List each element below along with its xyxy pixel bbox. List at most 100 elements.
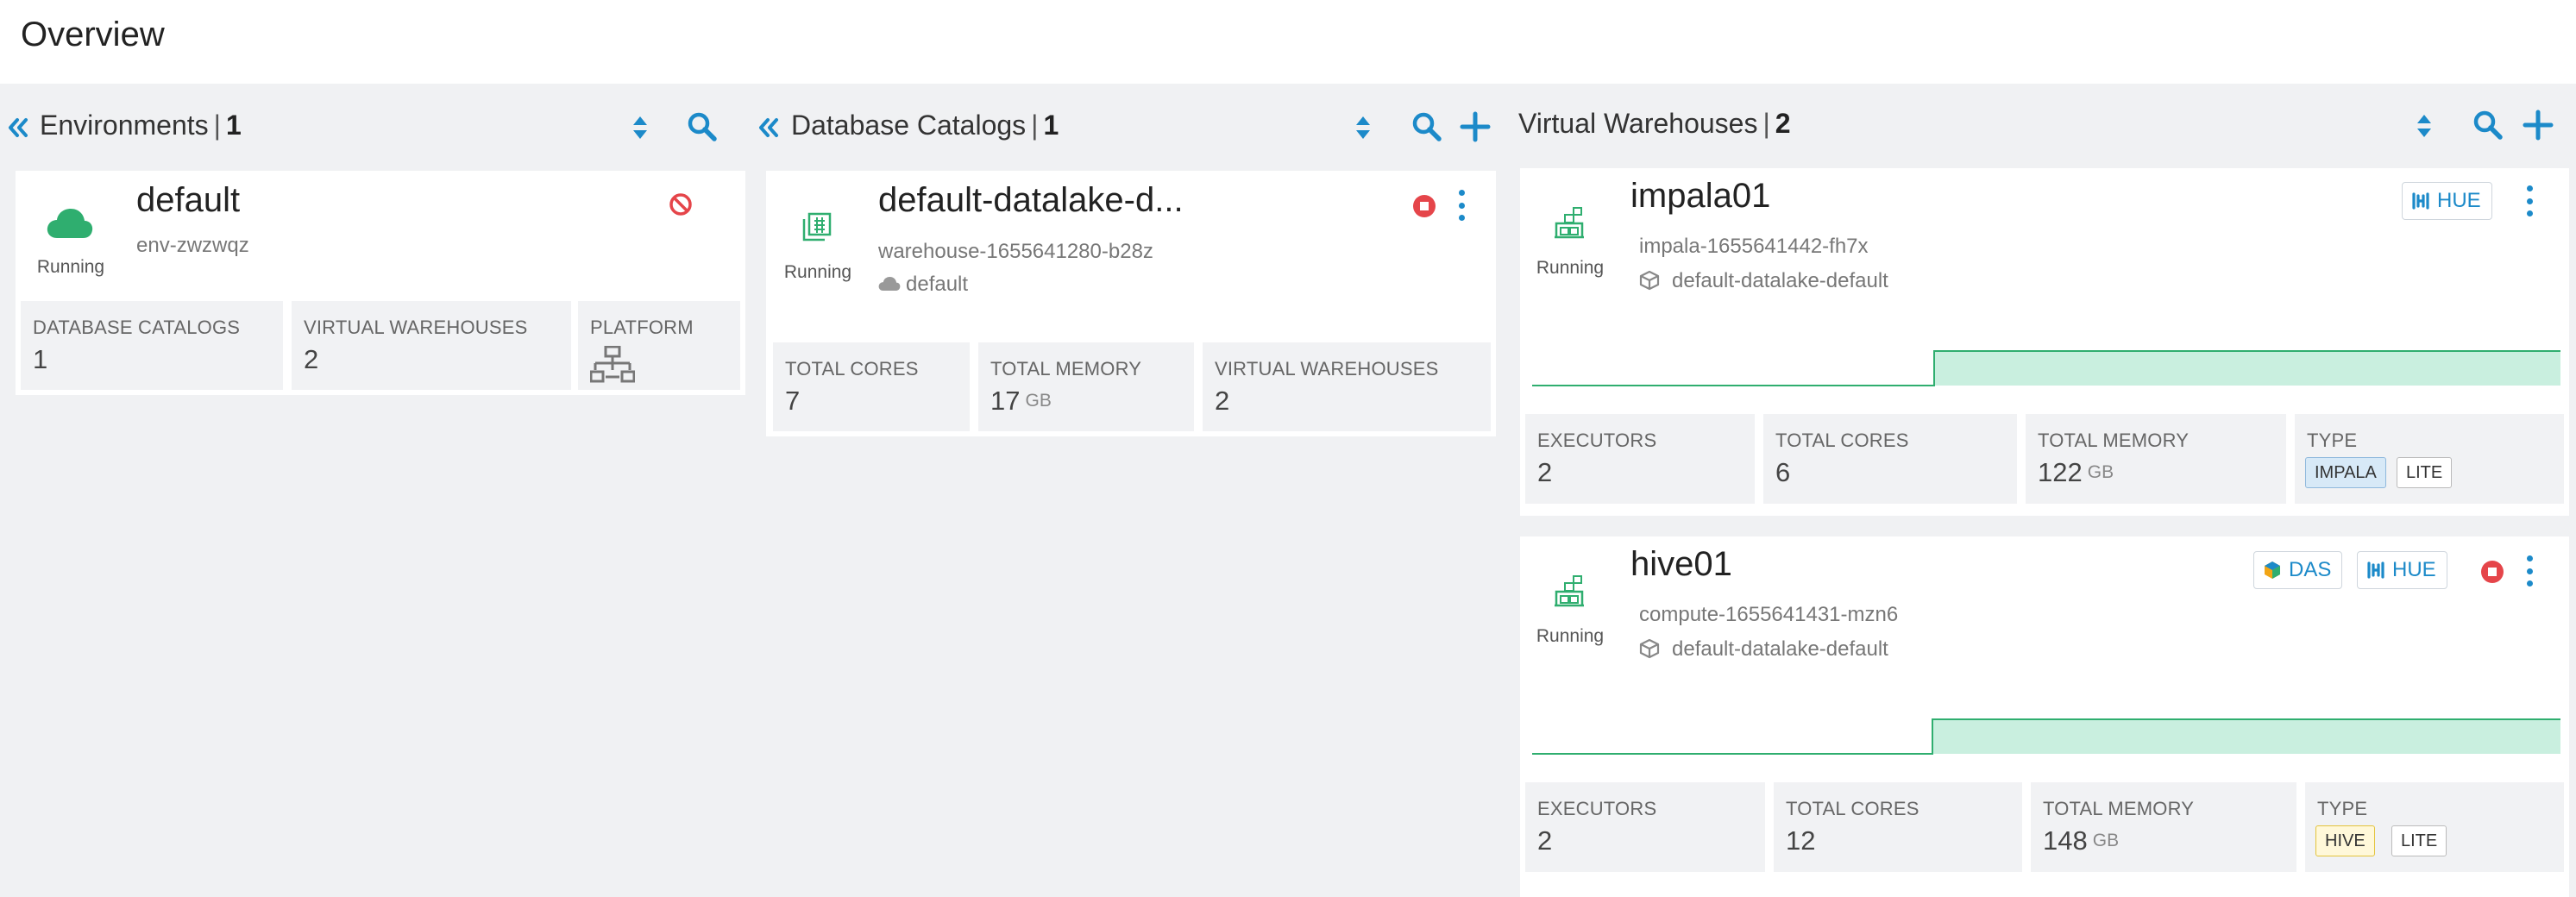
more-menu-icon[interactable] (1456, 190, 1467, 221)
usage-sparkline (1532, 350, 2560, 386)
memory-value: 17 (990, 386, 1021, 416)
memory-value: 148 (2043, 825, 2088, 856)
stat-label: TYPE (2307, 430, 2358, 451)
title-separator: | (213, 110, 221, 141)
das-icon (2265, 561, 2280, 579)
status-label: Running (1536, 258, 1605, 278)
stat-total-memory: TOTAL MEMORY 148 GB (2031, 782, 2296, 872)
catalog-name[interactable]: default-datalake-d... (878, 181, 1184, 220)
stop-icon[interactable] (1411, 193, 1437, 219)
add-icon[interactable] (1460, 111, 1491, 142)
stat-value: 2 (1215, 386, 1230, 416)
sort-icon[interactable] (631, 115, 649, 141)
search-icon[interactable] (1411, 111, 1442, 142)
stat-label: PLATFORM (590, 317, 694, 338)
stat-label: TOTAL CORES (785, 358, 919, 380)
stop-icon[interactable] (2479, 559, 2505, 585)
catalogs-header: Database Catalogs | 1 (752, 84, 1503, 170)
stat-value: 148 GB (2043, 825, 2119, 856)
stat-value: 2 (304, 344, 319, 374)
das-button-label: DAS (2289, 558, 2332, 581)
disable-icon[interactable] (668, 191, 694, 217)
stat-total-cores: TOTAL CORES 12 (1774, 782, 2022, 872)
hue-button[interactable]: HUE (2357, 551, 2447, 589)
search-icon[interactable] (687, 111, 718, 142)
status-label: Running (36, 257, 105, 277)
stat-type: TYPE IMPALA LITE (2295, 414, 2564, 504)
stat-label: TOTAL CORES (1775, 430, 1909, 451)
stat-value: 2 (1537, 457, 1553, 487)
top-bar: Overview (0, 0, 2576, 84)
collapse-left-icon[interactable] (757, 116, 780, 139)
stat-label: TOTAL CORES (1786, 798, 1919, 819)
stat-label: DATABASE CATALOGS (33, 317, 241, 338)
environments-title-text: Environments (40, 110, 209, 141)
warehouse-id: compute-1655641431-mzn6 (1639, 603, 1899, 626)
collapse-left-icon[interactable] (7, 116, 29, 139)
stat-total-memory: TOTAL MEMORY 17 GB (978, 342, 1194, 431)
network-icon (590, 346, 635, 383)
warehouse-catalog: default-datalake-default (1672, 637, 1888, 661)
usage-sparkline (1532, 718, 2560, 755)
stat-value: 1 (33, 344, 48, 374)
catalogs-title-text: Database Catalogs (791, 110, 1027, 141)
stat-label: TOTAL MEMORY (2038, 430, 2190, 451)
type-tag-lite: LITE (2391, 825, 2447, 856)
catalog-icon (802, 212, 832, 242)
page-title: Overview (21, 16, 165, 53)
stat-label: TOTAL MEMORY (2043, 798, 2195, 819)
environments-column: Environments | 1 Running default env-zwzwq… (0, 84, 751, 897)
hue-button-label: HUE (2437, 189, 2481, 212)
stat-value: 7 (785, 386, 801, 416)
warehouses-column: Virtual Warehouses | 2 Running impala01 im… (1505, 84, 2576, 897)
stat-label: VIRTUAL WAREHOUSES (1215, 358, 1439, 380)
hue-button[interactable]: HUE (2402, 182, 2492, 220)
box-icon (1639, 270, 1660, 291)
stat-label: EXECUTORS (1537, 430, 1657, 451)
sort-icon[interactable] (1354, 115, 1372, 141)
warehouse-name[interactable]: impala01 (1630, 177, 1770, 216)
memory-value: 122 (2038, 457, 2083, 487)
das-button[interactable]: DAS (2253, 551, 2343, 589)
more-menu-icon[interactable] (2524, 555, 2535, 586)
catalog-environment: default (906, 273, 969, 296)
environment-id: env-zwzwqz (136, 234, 249, 257)
hue-icon (2412, 192, 2429, 210)
environments-count: 1 (225, 110, 242, 141)
warehouse-icon (1555, 207, 1584, 239)
warehouses-title: Virtual Warehouses | 2 (1518, 108, 1791, 140)
status-label: Running (783, 262, 852, 282)
environment-name[interactable]: default (136, 181, 240, 220)
box-icon (1639, 638, 1660, 659)
title-separator: | (1031, 110, 1039, 141)
warehouse-card-hive01[interactable]: Running hive01 compute-1655641431-mzn6 d… (1520, 536, 2569, 897)
catalogs-title: Database Catalogs | 1 (791, 110, 1059, 141)
memory-unit: GB (1025, 391, 1052, 411)
stat-total-cores: TOTAL CORES 6 (1763, 414, 2017, 504)
memory-unit: GB (2087, 462, 2114, 482)
type-tag-lite: LITE (2397, 457, 2453, 488)
stat-label: TYPE (2317, 798, 2368, 819)
add-icon[interactable] (2523, 110, 2554, 141)
stat-executors: EXECUTORS 2 (1525, 782, 1765, 872)
environment-card[interactable]: Running default env-zwzwqz DATABASE CATA… (16, 171, 745, 395)
catalogs-count: 1 (1043, 110, 1059, 141)
warehouse-name[interactable]: hive01 (1630, 545, 1732, 584)
stat-executors: EXECUTORS 2 (1525, 414, 1755, 504)
stat-label: TOTAL MEMORY (990, 358, 1142, 380)
warehouse-icon (1555, 575, 1584, 607)
stat-total-cores: TOTAL CORES 7 (773, 342, 970, 431)
stat-total-memory: TOTAL MEMORY 122 GB (2026, 414, 2286, 504)
environments-title: Environments | 1 (40, 110, 242, 141)
warehouse-card-impala01[interactable]: Running impala01 impala-1655641442-fh7x … (1520, 168, 2569, 516)
more-menu-icon[interactable] (2524, 185, 2535, 216)
warehouse-id: impala-1655641442-fh7x (1639, 235, 1869, 258)
search-icon[interactable] (2472, 110, 2504, 141)
stat-label: EXECUTORS (1537, 798, 1657, 819)
catalog-card[interactable]: Running default-datalake-d... warehouse-… (766, 171, 1496, 436)
sort-icon[interactable] (2416, 113, 2433, 139)
type-tag-impala: IMPALA (2305, 457, 2386, 488)
title-separator: | (1762, 108, 1770, 139)
catalog-id: warehouse-1655641280-b28z (878, 240, 1153, 263)
type-tag-hive: HIVE (2315, 825, 2375, 856)
